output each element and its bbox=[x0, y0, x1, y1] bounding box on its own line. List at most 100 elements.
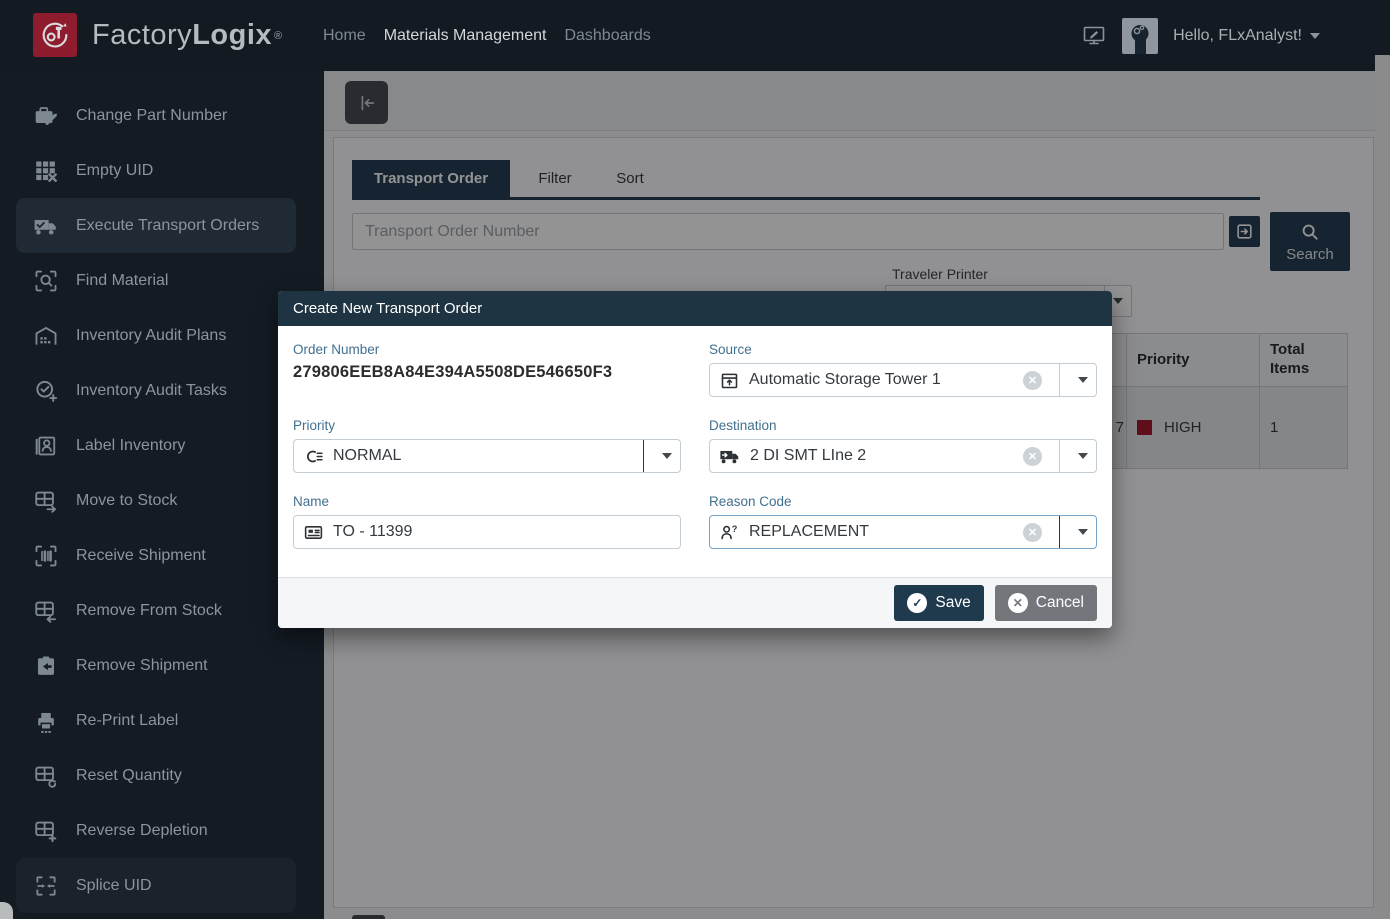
printer-icon bbox=[33, 708, 59, 734]
chevron-down-icon bbox=[1078, 377, 1088, 383]
user-avatar[interactable] bbox=[1122, 18, 1158, 54]
top-nav: Home Materials Management Dashboards bbox=[323, 0, 651, 71]
reason-code-field[interactable]: ? REPLACEMENT ✕ bbox=[709, 515, 1097, 549]
cancel-button[interactable]: ✕ Cancel bbox=[995, 585, 1097, 621]
destination-label: Destination bbox=[709, 418, 1097, 433]
table-arrow-right-icon bbox=[33, 488, 59, 514]
splice-arrows-icon bbox=[33, 873, 59, 899]
priority-list-icon bbox=[303, 446, 324, 467]
priority-label: Priority bbox=[293, 418, 681, 433]
sidebar-item-execute-transport-orders[interactable]: Execute Transport Orders bbox=[16, 198, 296, 253]
scrolled-element-corner bbox=[0, 902, 13, 919]
modal-body: Order Number 279806EEB8A84E394A5508DE546… bbox=[278, 326, 1112, 549]
source-field[interactable]: Automatic Storage Tower 1 ✕ bbox=[709, 363, 1097, 397]
source-dropdown-button[interactable] bbox=[1069, 364, 1096, 396]
table-refresh-icon bbox=[33, 763, 59, 789]
source-label: Source bbox=[709, 342, 1097, 357]
greeting-text: Hello, FLxAnalyst! bbox=[1173, 27, 1302, 45]
modal-footer: ✓ Save ✕ Cancel bbox=[278, 577, 1112, 628]
sidebar-item-splice-uid[interactable]: Splice UID bbox=[16, 858, 296, 913]
sidebar-item-label: Remove From Stock bbox=[76, 602, 222, 620]
priority-field[interactable]: NORMAL bbox=[293, 439, 681, 473]
id-card-stack-icon bbox=[33, 433, 59, 459]
save-button[interactable]: ✓ Save bbox=[894, 585, 983, 621]
sidebar-item-empty-uid[interactable]: Empty UID bbox=[0, 143, 324, 198]
clear-reason-code-button[interactable]: ✕ bbox=[1023, 523, 1042, 542]
sidebar-item-label: Move to Stock bbox=[76, 492, 177, 510]
briefcase-edit-icon bbox=[33, 103, 59, 129]
field-divider bbox=[1059, 516, 1060, 548]
save-button-label: Save bbox=[935, 594, 970, 612]
name-label: Name bbox=[293, 494, 681, 509]
name-group: Name TO - 11399 bbox=[293, 494, 681, 549]
sidebar-item-inventory-audit-tasks[interactable]: Inventory Audit Tasks bbox=[0, 363, 324, 418]
nav-dashboards[interactable]: Dashboards bbox=[564, 27, 650, 45]
top-bar-right: Hello, FLxAnalyst! bbox=[1081, 0, 1320, 71]
nav-home[interactable]: Home bbox=[323, 27, 366, 45]
reason-code-value: REPLACEMENT bbox=[749, 523, 1014, 541]
sidebar-item-reverse-depletion[interactable]: Reverse Depletion bbox=[0, 803, 324, 858]
name-value: TO - 11399 bbox=[333, 523, 680, 541]
user-menu[interactable]: Hello, FLxAnalyst! bbox=[1173, 27, 1320, 45]
nav-materials-management[interactable]: Materials Management bbox=[384, 27, 547, 45]
x-circle-icon: ✕ bbox=[1008, 593, 1028, 613]
field-divider bbox=[1059, 440, 1060, 472]
name-field[interactable]: TO - 11399 bbox=[293, 515, 681, 549]
clipboard-arrow-icon bbox=[33, 653, 59, 679]
sidebar-item-label: Reset Quantity bbox=[76, 767, 182, 785]
priority-value: NORMAL bbox=[333, 447, 634, 465]
sidebar-item-label: Re-Print Label bbox=[76, 712, 178, 730]
sidebar-item-label-inventory[interactable]: Label Inventory bbox=[0, 418, 324, 473]
top-bar: FactoryLogix® Home Materials Management … bbox=[0, 0, 1390, 71]
sidebar: Change Part Number Empty UID Execute Tra… bbox=[0, 71, 324, 919]
barcode-scan-icon bbox=[33, 543, 59, 569]
check-circle-plus-icon bbox=[33, 378, 59, 404]
sidebar-item-label: Receive Shipment bbox=[76, 547, 206, 565]
sidebar-item-change-part-number[interactable]: Change Part Number bbox=[0, 88, 324, 143]
sidebar-item-find-material[interactable]: Find Material bbox=[0, 253, 324, 308]
svg-text:?: ? bbox=[732, 524, 738, 534]
vertical-scrollbar[interactable] bbox=[1375, 55, 1390, 919]
monitor-edit-icon[interactable] bbox=[1081, 24, 1107, 48]
destination-group: Destination 2 DI SMT LIne 2 ✕ bbox=[709, 418, 1097, 473]
cancel-button-label: Cancel bbox=[1036, 594, 1084, 612]
create-transport-order-modal: Create New Transport Order Order Number … bbox=[278, 291, 1112, 628]
field-divider bbox=[643, 440, 644, 472]
priority-dropdown-button[interactable] bbox=[653, 440, 680, 472]
destination-dropdown-button[interactable] bbox=[1069, 440, 1096, 472]
check-circle-icon: ✓ bbox=[907, 593, 927, 613]
sidebar-item-re-print-label[interactable]: Re-Print Label bbox=[0, 693, 324, 748]
sidebar-item-remove-shipment[interactable]: Remove Shipment bbox=[0, 638, 324, 693]
sidebar-item-reset-quantity[interactable]: Reset Quantity bbox=[0, 748, 324, 803]
order-number-label: Order Number bbox=[293, 342, 681, 357]
sidebar-item-label: Find Material bbox=[76, 272, 168, 290]
sidebar-item-remove-from-stock[interactable]: Remove From Stock bbox=[0, 583, 324, 638]
priority-group: Priority NORMAL bbox=[293, 418, 681, 473]
sidebar-item-label: Reverse Depletion bbox=[76, 822, 208, 840]
chevron-down-icon bbox=[662, 453, 672, 459]
sidebar-item-inventory-audit-plans[interactable]: Inventory Audit Plans bbox=[0, 308, 324, 363]
brand-bold: Logix bbox=[192, 19, 272, 52]
sidebar-item-move-to-stock[interactable]: Move to Stock bbox=[0, 473, 324, 528]
sidebar-item-label: Splice UID bbox=[76, 877, 152, 895]
reason-code-dropdown-button[interactable] bbox=[1069, 516, 1096, 548]
source-group: Source Automatic Storage Tower 1 ✕ bbox=[709, 342, 1097, 397]
app-window: FactoryLogix® Home Materials Management … bbox=[0, 0, 1390, 919]
sidebar-item-label: Label Inventory bbox=[76, 437, 185, 455]
chevron-down-icon bbox=[1078, 453, 1088, 459]
modal-title: Create New Transport Order bbox=[278, 291, 1112, 326]
destination-field[interactable]: 2 DI SMT LIne 2 ✕ bbox=[709, 439, 1097, 473]
truck-arrow-icon bbox=[719, 445, 741, 467]
sidebar-item-receive-shipment[interactable]: Receive Shipment bbox=[0, 528, 324, 583]
truck-check-icon bbox=[33, 213, 59, 239]
order-number-value: 279806EEB8A84E394A5508DE546650F3 bbox=[293, 363, 681, 382]
brand-wordmark: FactoryLogix® bbox=[92, 0, 283, 71]
clear-source-button[interactable]: ✕ bbox=[1023, 371, 1042, 390]
clear-destination-button[interactable]: ✕ bbox=[1023, 447, 1042, 466]
factorylogix-logo-icon[interactable] bbox=[33, 13, 77, 57]
source-value: Automatic Storage Tower 1 bbox=[749, 371, 1014, 389]
sidebar-item-label: Inventory Audit Plans bbox=[76, 327, 226, 345]
sidebar-item-label: Inventory Audit Tasks bbox=[76, 382, 227, 400]
grid-remove-icon bbox=[33, 158, 59, 184]
id-card-icon bbox=[303, 522, 324, 543]
